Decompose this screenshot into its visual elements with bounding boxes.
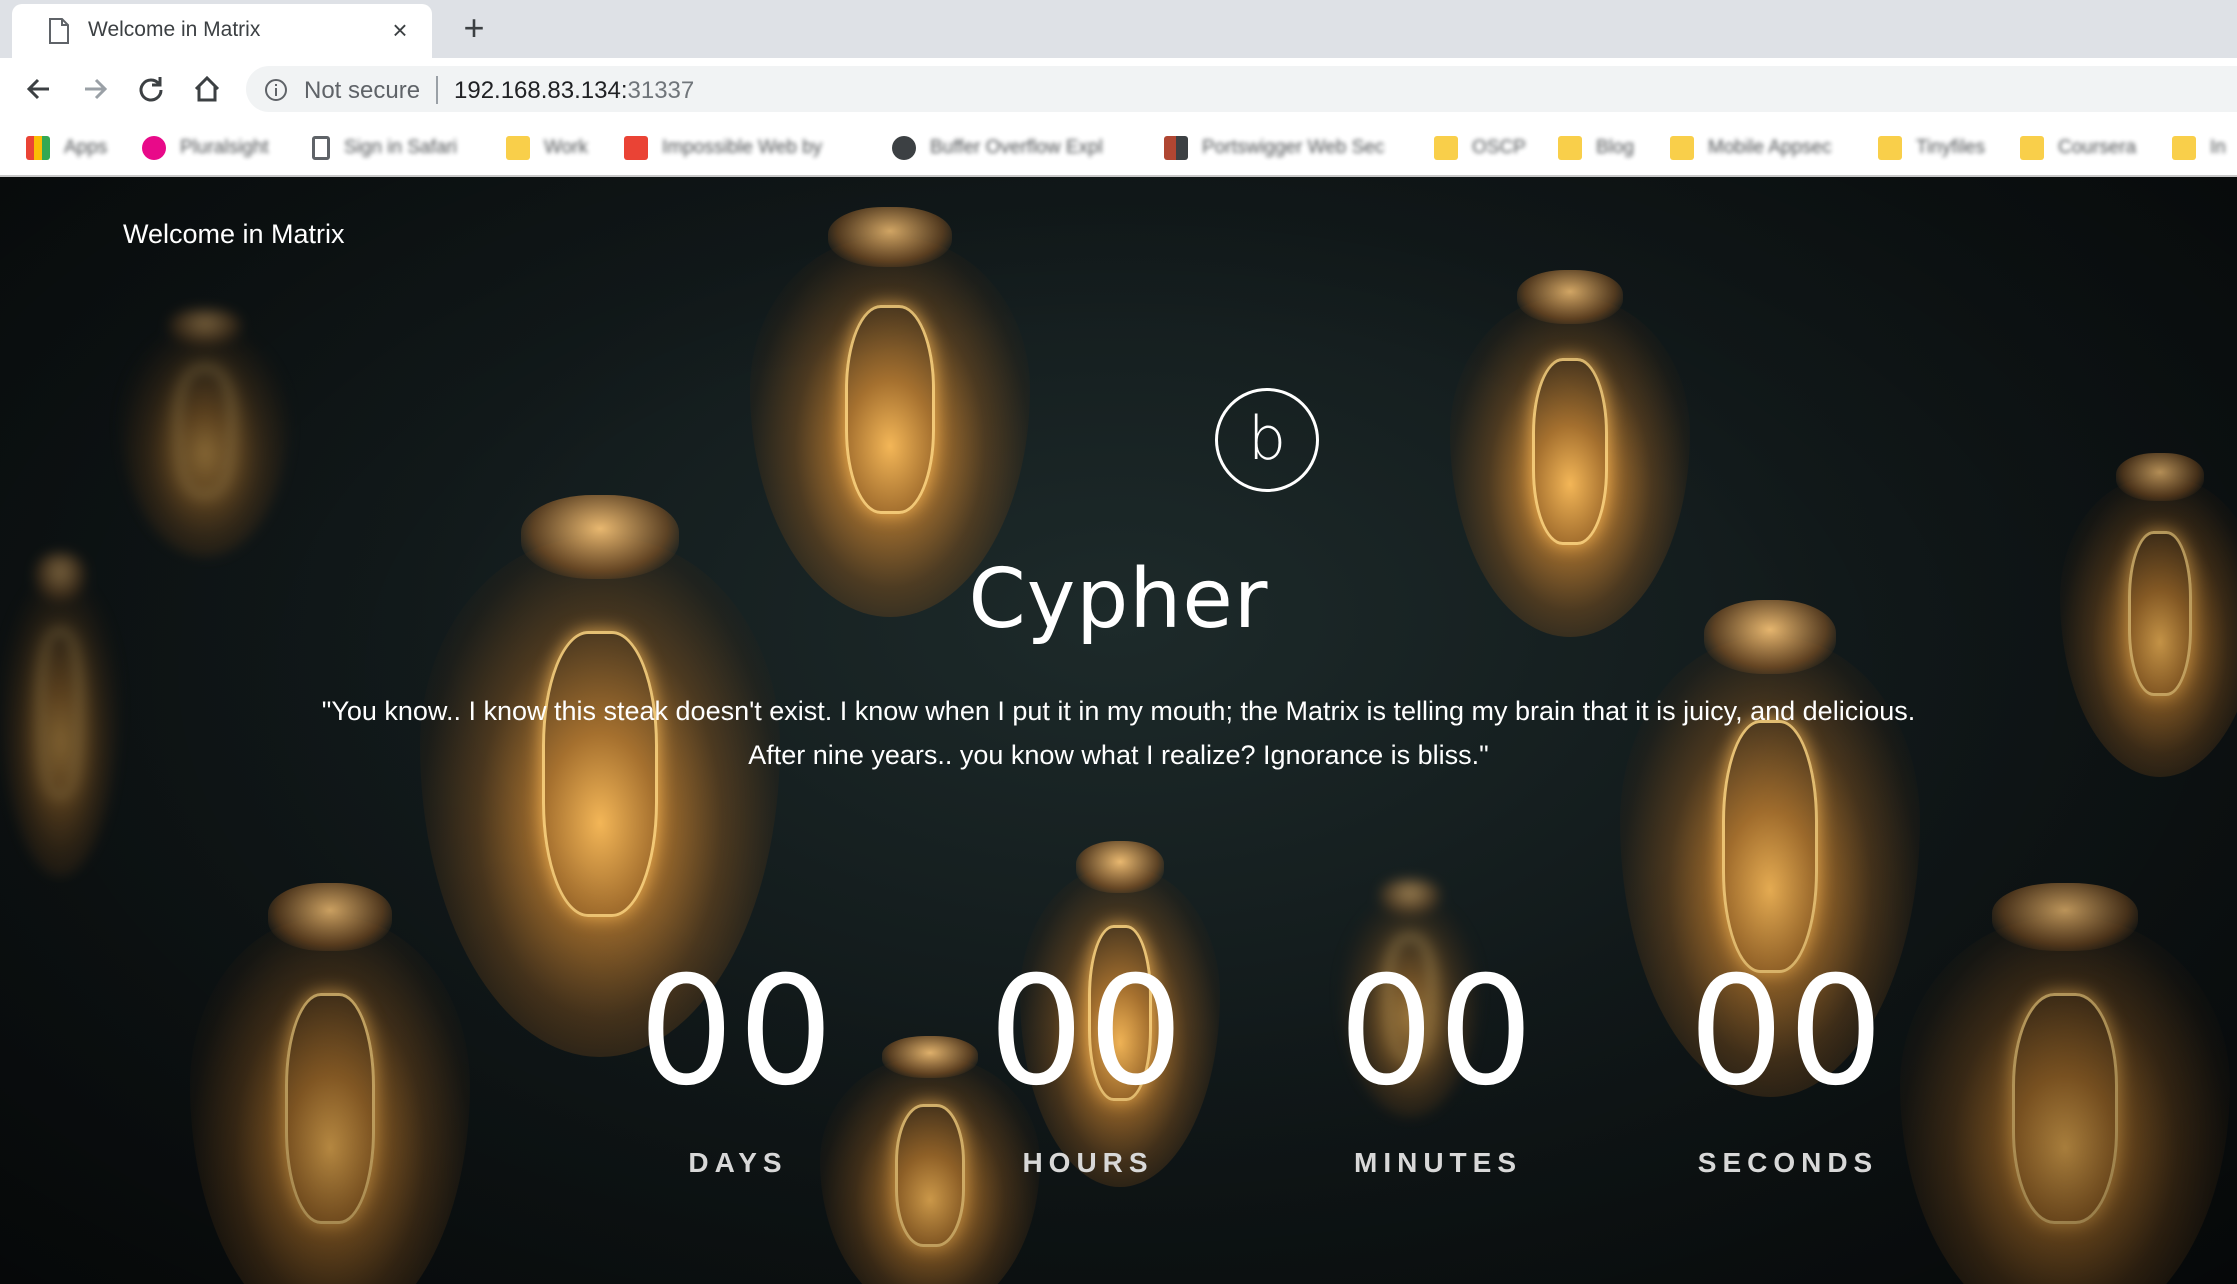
address-bar[interactable]: Not secure 192.168.83.134:31337 [246, 66, 2237, 112]
bookmark-label: Impossible Web by [662, 137, 823, 158]
close-tab-icon[interactable]: × [386, 16, 414, 44]
bookmark-safari[interactable]: Sign in Safari [312, 134, 457, 162]
countdown-days: 00 DAYS [578, 947, 898, 1179]
arrow-left-icon [26, 78, 49, 100]
reload-button[interactable] [132, 70, 170, 108]
bookmark-label: Buffer Overflow Expl [930, 137, 1103, 158]
bookmark-label: Pluralsight [180, 137, 269, 158]
bookmark-label: Sign in Safari [344, 137, 458, 158]
url-host: 192.168.83.134: [454, 77, 628, 104]
countdown-label: DAYS [688, 1147, 788, 1178]
quote-text: "You know.. I know this steak doesn't ex… [300, 689, 1937, 777]
portswigger-icon [1164, 136, 1188, 160]
tab-strip: Welcome in Matrix × + [0, 0, 2237, 58]
security-label[interactable]: Not secure [304, 77, 420, 105]
bookmark-label: In [2210, 137, 2226, 158]
url-text[interactable]: 192.168.83.134:31337 [454, 77, 694, 105]
bookmark-buffer-overflow[interactable]: Buffer Overflow Expl [892, 134, 1103, 162]
bookmark-label: OSCP [1472, 137, 1526, 158]
folder-icon [2020, 136, 2044, 160]
page-viewport: Welcome in Matrix b Cypher "You know.. I… [0, 177, 2237, 1284]
bookmark-label: Blog [1596, 137, 1635, 158]
countdown-timer: 00 DAYS 00 HOURS 00 MINUTES 00 SECONDS [0, 947, 2237, 1267]
bookmark-work[interactable]: Work [506, 134, 588, 162]
tab-title: Welcome in Matrix [88, 18, 261, 41]
countdown-value: 00 [988, 945, 1188, 1119]
bookmark-pluralsight[interactable]: Pluralsight [142, 134, 269, 162]
bookmark-label: Coursera [2058, 137, 2137, 158]
pluralsight-icon [142, 136, 166, 160]
arrow-right-icon [85, 78, 108, 100]
browser-tab[interactable]: Welcome in Matrix × [12, 4, 432, 58]
folder-icon [506, 136, 530, 160]
omnibox-divider [436, 76, 438, 104]
bookmark-portswigger[interactable]: Portswigger Web Sec [1164, 134, 1384, 162]
bookmark-mobile-appsec[interactable]: Mobile Appsec [1670, 134, 1832, 162]
countdown-label: MINUTES [1354, 1147, 1522, 1178]
bookmark-oscp[interactable]: OSCP [1434, 134, 1526, 162]
bookmark-apps[interactable]: Apps [26, 134, 107, 162]
home-button[interactable] [188, 70, 226, 108]
countdown-seconds: 00 SECONDS [1628, 947, 1948, 1179]
folder-icon [1878, 136, 1902, 160]
forward-button[interactable] [76, 70, 114, 108]
bookmark-label: Mobile Appsec [1708, 137, 1832, 158]
bookmark-tinyfiles[interactable]: Tinyfiles [1878, 134, 1985, 162]
folder-icon [2172, 136, 2196, 160]
info-icon[interactable] [264, 78, 288, 102]
logo-icon: b [1215, 388, 1319, 492]
folder-icon [1558, 136, 1582, 160]
bookmark-coursera[interactable]: Coursera [2020, 134, 2136, 162]
reload-icon [139, 77, 163, 102]
back-button[interactable] [20, 70, 58, 108]
bookmark-in[interactable]: In [2172, 134, 2226, 162]
countdown-minutes: 00 MINUTES [1278, 947, 1598, 1179]
home-icon [194, 75, 220, 102]
page-title: Cypher [968, 552, 1269, 647]
folder-icon [1434, 136, 1458, 160]
site-favicon-icon [624, 136, 648, 160]
document-icon [49, 18, 69, 44]
quote-line-2: After nine years.. you know what I reali… [748, 740, 1489, 770]
apps-grid-icon [26, 136, 50, 160]
url-port: 31337 [627, 77, 695, 104]
bookmark-impossible-web[interactable]: Impossible Web by [624, 134, 822, 162]
bookmark-blog[interactable]: Blog [1558, 134, 1634, 162]
site-brand-link[interactable]: Welcome in Matrix [123, 219, 345, 250]
countdown-label: HOURS [1022, 1147, 1154, 1178]
quote-line-1: "You know.. I know this steak doesn't ex… [321, 696, 1916, 726]
folder-icon [1670, 136, 1694, 160]
countdown-hours: 00 HOURS [928, 947, 1248, 1179]
bookmarks-bar: Apps Pluralsight Sign in Safari Work Imp… [0, 120, 2237, 177]
countdown-value: 00 [638, 945, 838, 1119]
bookmark-label: Work [544, 137, 588, 158]
countdown-value: 00 [1338, 945, 1538, 1119]
new-tab-button[interactable]: + [456, 10, 492, 46]
bug-icon [892, 136, 916, 160]
bookmark-label: Portswigger Web Sec [1202, 137, 1385, 158]
browser-toolbar: Not secure 192.168.83.134:31337 [0, 58, 2237, 120]
bookmark-label: Apps [64, 137, 108, 158]
bookmark-label: Tinyfiles [1916, 137, 1985, 158]
safari-books-icon [312, 136, 330, 160]
countdown-value: 00 [1688, 945, 1888, 1119]
countdown-label: SECONDS [1697, 1147, 1879, 1178]
